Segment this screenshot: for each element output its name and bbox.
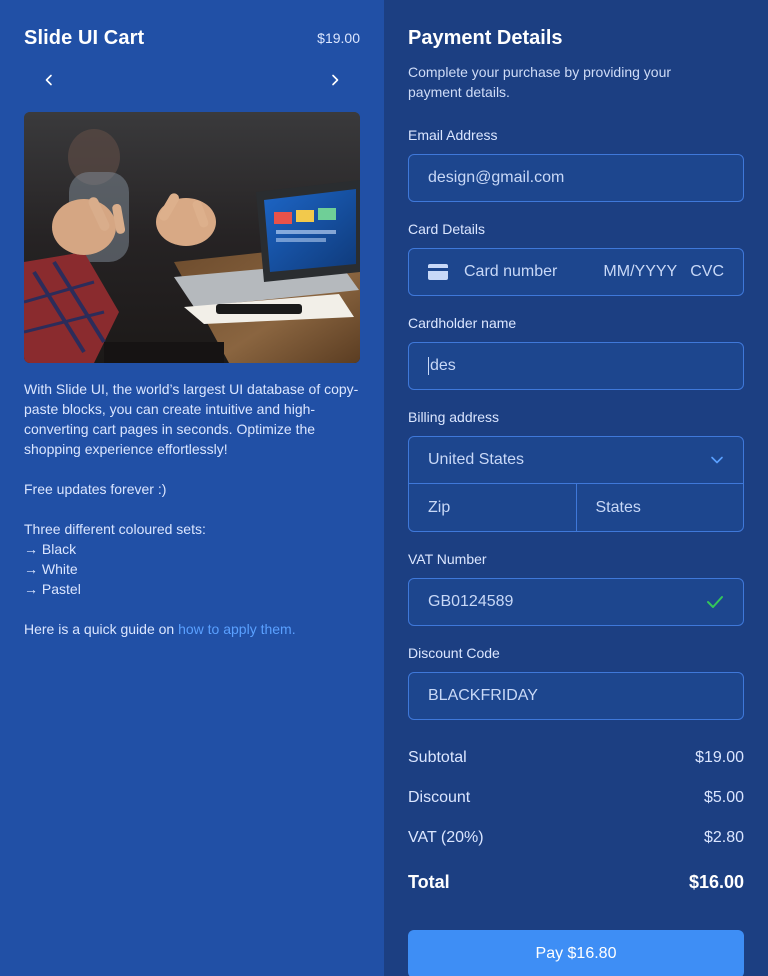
product-price: $19.00: [317, 30, 360, 46]
discount-row: Discount $5.00: [408, 788, 744, 808]
vat-field[interactable]: GB0124589: [408, 578, 744, 626]
country-value: United States: [428, 451, 525, 468]
guide-text: Here is a quick guide on: [24, 621, 179, 637]
vat-row-value: $2.80: [703, 829, 744, 846]
card-expiry-cvc-group: MM/YYYY CVC: [603, 263, 724, 281]
text-cursor: [428, 357, 429, 375]
product-panel: Slide UI Cart $19.00 With Slide UI, the …: [0, 0, 384, 976]
list-item: → Pastel: [24, 581, 81, 597]
country-select[interactable]: United States: [409, 437, 743, 484]
product-description: With Slide UI, the world’s largest UI da…: [24, 379, 360, 639]
total-label: Total: [408, 871, 450, 892]
billing-address-group: United States Zip States: [408, 436, 744, 532]
zip-input[interactable]: Zip: [409, 484, 577, 531]
chevron-right-icon: [332, 74, 339, 86]
carousel-nav: [24, 68, 360, 92]
discount-value: BLACKFRIDAY: [428, 687, 538, 704]
payment-panel: Payment Details Complete your purchase b…: [384, 0, 768, 976]
zip-state-row: Zip States: [409, 484, 743, 531]
sets-list: Three different coloured sets: → Black →…: [24, 519, 360, 599]
cardholder-value: des: [430, 357, 456, 374]
sets-heading: Three different coloured sets:: [24, 521, 206, 537]
carousel-next-button[interactable]: [324, 69, 346, 91]
pay-button[interactable]: Pay $16.80: [408, 930, 744, 976]
discount-field[interactable]: BLACKFRIDAY: [408, 672, 744, 720]
discount-row-value: $5.00: [703, 789, 744, 806]
vat-row: VAT (20%) $2.80: [408, 828, 744, 848]
card-details-field[interactable]: Card number MM/YYYY CVC: [408, 248, 744, 296]
vat-row-label: VAT (20%): [408, 829, 484, 846]
state-placeholder: States: [595, 498, 641, 516]
state-input[interactable]: States: [577, 484, 744, 531]
email-field[interactable]: design@gmail.com: [408, 154, 744, 202]
cardholder-field[interactable]: des: [408, 342, 744, 390]
carousel-prev-button[interactable]: [38, 69, 60, 91]
discount-row-label: Discount: [408, 789, 471, 806]
office-meeting-photo: [24, 112, 360, 363]
vat-label: VAT Number: [408, 551, 487, 567]
discount-label: Discount Code: [408, 645, 500, 661]
description-paragraph: With Slide UI, the world’s largest UI da…: [24, 381, 359, 457]
card-details-label: Card Details: [408, 221, 486, 237]
zip-placeholder: Zip: [428, 498, 451, 516]
payment-title: Payment Details: [408, 27, 563, 49]
chevron-down-icon: [711, 456, 723, 464]
card-expiry-input[interactable]: MM/YYYY: [603, 263, 677, 281]
product-image: [24, 112, 360, 363]
product-header: Slide UI Cart $19.00: [24, 26, 360, 50]
card-number-input[interactable]: Card number: [464, 263, 557, 281]
chevron-left-icon: [45, 74, 52, 86]
email-label: Email Address: [408, 127, 498, 143]
vat-value: GB0124589: [428, 593, 514, 610]
list-item: → White: [24, 561, 78, 577]
subtotal-value: $19.00: [695, 749, 744, 766]
check-icon: [707, 596, 723, 608]
cart-title: Slide UI Cart: [24, 26, 145, 49]
list-item: → Black: [24, 541, 77, 557]
subtotal-label: Subtotal: [408, 749, 467, 766]
guide-line: Here is a quick guide on how to apply th…: [24, 619, 360, 639]
billing-label: Billing address: [408, 409, 500, 425]
total-row: Total $16.00: [408, 870, 744, 894]
credit-card-icon: [428, 264, 448, 280]
card-number-group[interactable]: Card number: [428, 263, 557, 281]
payment-subtitle: Complete your purchase by providing your…: [408, 64, 672, 100]
updates-note: Free updates forever :): [24, 481, 167, 497]
card-cvc-input[interactable]: CVC: [690, 263, 724, 281]
order-summary: Subtotal $19.00 Discount $5.00 VAT (20%)…: [408, 748, 744, 894]
guide-link[interactable]: how to apply them.: [178, 621, 296, 637]
subtotal-row: Subtotal $19.00: [408, 748, 744, 768]
total-value: $16.00: [688, 871, 744, 892]
cardholder-label: Cardholder name: [408, 315, 517, 331]
email-value: design@gmail.com: [428, 169, 565, 186]
